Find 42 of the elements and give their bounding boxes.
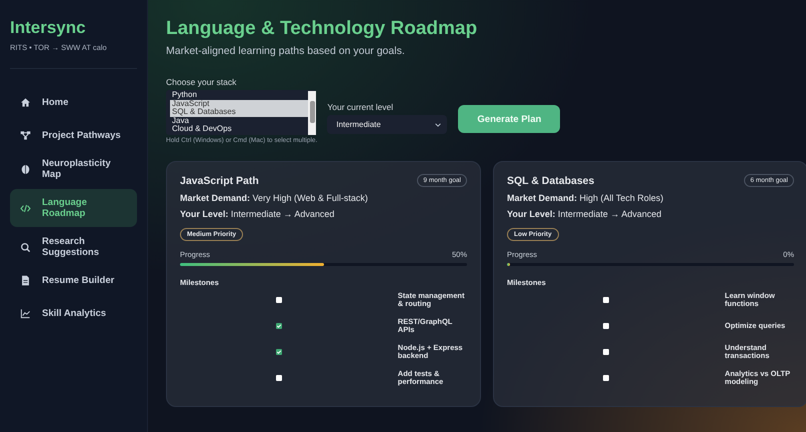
milestone-checkbox[interactable] (276, 375, 282, 381)
milestone-checkbox[interactable] (602, 375, 609, 381)
nav-item[interactable]: Language Roadmap (10, 189, 137, 227)
chart-icon (20, 308, 31, 319)
listbox-option[interactable]: Java (170, 116, 308, 126)
listbox-option[interactable]: SQL & Databases (170, 108, 308, 117)
nav-item[interactable]: Resume Builder (10, 267, 137, 294)
card-title: SQL & Databases (507, 174, 594, 186)
market-demand-text: Market Demand: High (All Tech Roles) (507, 193, 664, 203)
field-label: Choose your stack (166, 77, 238, 87)
milestone-checkbox[interactable] (602, 297, 609, 303)
nav-item[interactable]: Project Pathways (10, 122, 137, 149)
card-title: JavaScript Path (180, 174, 259, 186)
milestone-checkbox[interactable] (602, 323, 609, 329)
page-subtitle: Market-aligned learning paths based on your goals. (166, 45, 406, 57)
nav-item[interactable]: Research Suggestions (10, 228, 137, 266)
milestone-checkbox[interactable] (276, 349, 282, 355)
search-icon (20, 242, 31, 252)
nav-item[interactable]: Neuroplasticity Map (10, 150, 137, 188)
nav-item[interactable]: Home (10, 89, 137, 116)
level-text: Your Level: Intermediate → Advanced (507, 209, 662, 219)
chevron-icon (435, 122, 442, 126)
stack-listbox[interactable]: Python JavaScript SQL & Databases Java Cloud & DevOps (166, 90, 316, 135)
milestone-checkbox[interactable] (602, 349, 609, 355)
level-text: Your Level: Intermediate → Advanced (180, 209, 336, 219)
field-label: Your current level (327, 102, 394, 112)
listbox-option[interactable]: Cloud & DevOps (170, 125, 308, 134)
market-demand-text: Market Demand: Very High (Web & Full-stack) (180, 193, 369, 203)
listbox-option[interactable]: JavaScript (170, 100, 308, 108)
page-title: Language & Technology Roadmap (166, 18, 478, 40)
home-icon (20, 97, 31, 108)
level-select[interactable]: Intermediate (327, 115, 448, 134)
brain-icon (20, 164, 31, 174)
network-icon (20, 130, 31, 141)
listbox-option[interactable]: Python (170, 91, 308, 100)
brand-name: Intersync (10, 18, 87, 38)
nav-item[interactable]: Skill Analytics (10, 300, 137, 327)
scrollbar[interactable] (308, 91, 316, 135)
milestone-checkbox[interactable] (276, 297, 282, 303)
code-icon (20, 202, 31, 214)
document-icon (20, 275, 31, 286)
milestone-checkbox[interactable] (276, 323, 282, 329)
